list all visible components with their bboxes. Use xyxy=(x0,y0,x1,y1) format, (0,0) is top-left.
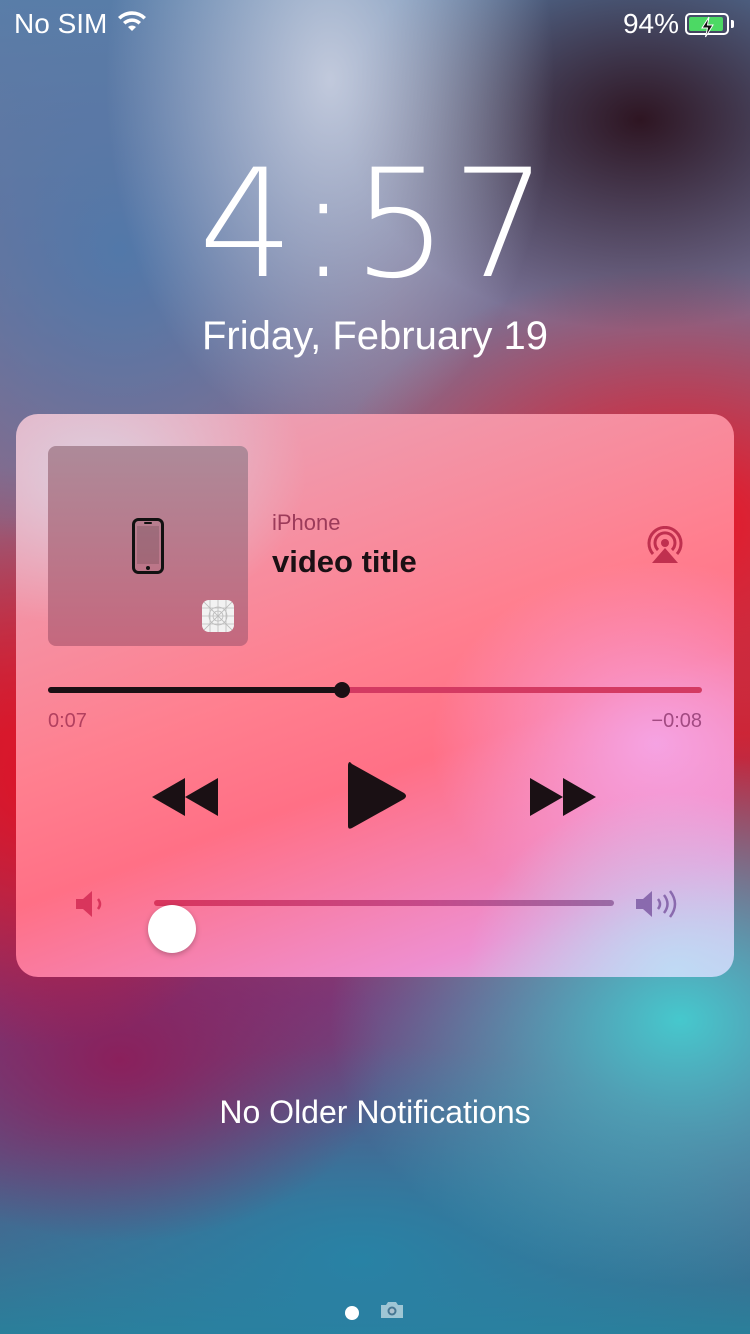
volume-high-icon xyxy=(634,888,684,925)
lock-date: Friday, February 19 xyxy=(201,314,549,358)
battery-cap xyxy=(731,20,734,28)
no-older-notifications: No Older Notifications xyxy=(219,1094,531,1130)
remaining-time: −0:08 xyxy=(651,710,702,732)
track-info: iPhone video title xyxy=(272,510,417,580)
progress-fill xyxy=(48,687,343,693)
battery-percent: 94% xyxy=(622,8,679,39)
page-dot-current[interactable] xyxy=(345,1305,359,1320)
scrubber-knob[interactable] xyxy=(334,682,351,698)
status-right: 94% xyxy=(623,8,734,40)
wifi-icon xyxy=(117,8,147,40)
transport-controls xyxy=(16,758,734,838)
album-artwork[interactable] xyxy=(48,446,248,646)
volume-knob[interactable] xyxy=(148,905,197,953)
rewind-icon[interactable] xyxy=(150,776,220,823)
volume-row xyxy=(16,874,734,953)
battery-icon xyxy=(685,13,729,38)
play-icon[interactable] xyxy=(346,760,408,837)
now-playing-widget: iPhone video title 0:07 −0:08 xyxy=(16,414,734,977)
iphone-icon xyxy=(132,518,164,579)
lock-clock: 4:57 xyxy=(198,138,552,312)
volume-slider[interactable] xyxy=(148,900,614,953)
charging-bolt-icon xyxy=(699,13,717,45)
camera-icon[interactable] xyxy=(379,1300,405,1325)
elapsed-time: 0:07 xyxy=(48,710,87,732)
carrier-label: No SIM xyxy=(14,8,108,39)
playback-source: iPhone xyxy=(272,510,341,535)
status-bar: No SIM 94% xyxy=(0,0,750,48)
track-title: video title xyxy=(272,544,417,579)
airplay-icon[interactable] xyxy=(644,525,686,571)
page-indicator xyxy=(0,1300,750,1325)
playback-scrubber[interactable] xyxy=(48,682,702,698)
app-badge-icon xyxy=(202,600,234,632)
status-left: No SIM xyxy=(14,8,147,40)
volume-low-icon xyxy=(74,888,110,925)
fast-forward-icon[interactable] xyxy=(528,776,598,823)
